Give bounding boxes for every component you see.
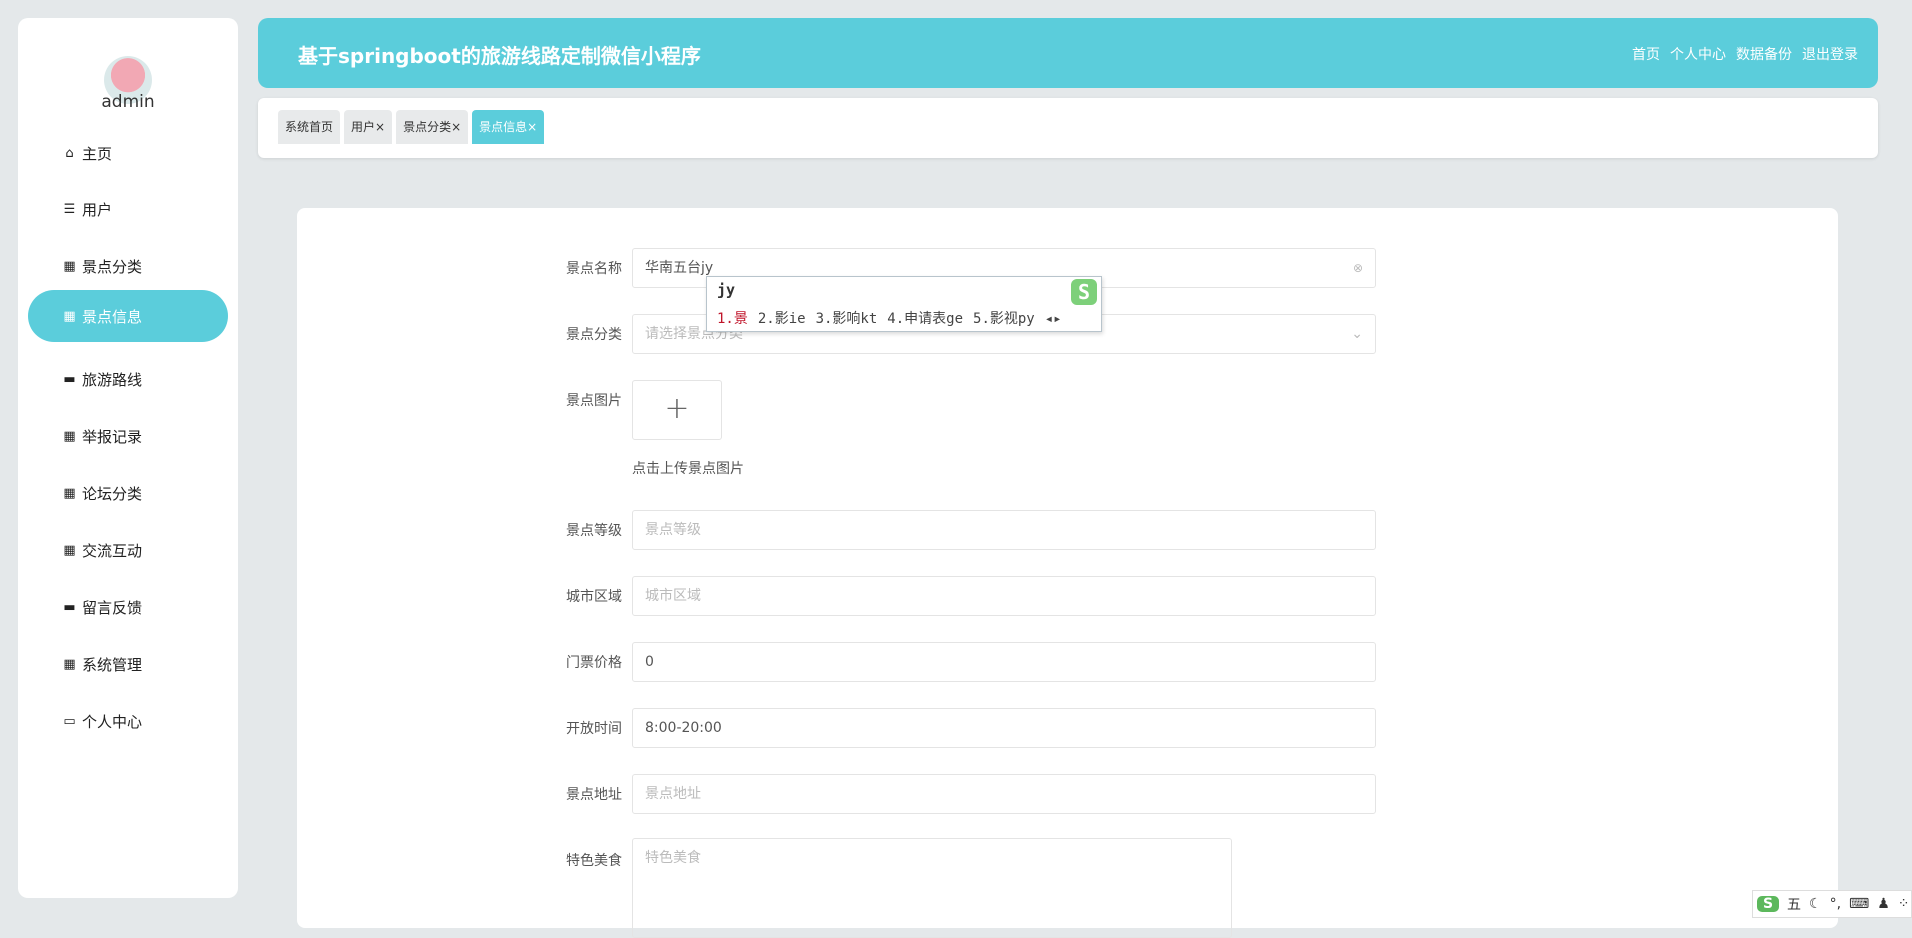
tab-bar: 系统首页 用户× 景点分类× 景点信息× (258, 98, 1878, 158)
sidebar-item-label: 景点信息 (82, 307, 143, 326)
ime-mode-icon[interactable]: 五 (1787, 894, 1801, 914)
sidebar-item[interactable]: ▦ 景点信息 (28, 290, 228, 342)
sidebar-item[interactable]: ⌂ 主页 (28, 127, 228, 179)
level-input[interactable]: 景点等级 (632, 510, 1376, 550)
tab-spot-info[interactable]: 景点信息× (472, 110, 545, 144)
tab-home[interactable]: 系统首页 (278, 110, 341, 144)
username: admin (101, 92, 155, 112)
sidebar-item-label: 主页 (82, 144, 113, 163)
level-placeholder: 景点等级 (645, 522, 701, 538)
upload-button[interactable]: + (632, 380, 722, 440)
address-placeholder: 景点地址 (645, 786, 701, 802)
sidebar-item[interactable]: ▭ 个人中心 (28, 695, 228, 747)
tab-users[interactable]: 用户× (344, 110, 393, 144)
user-icon[interactable]: ♟ (1877, 896, 1890, 912)
ime-candidate[interactable]: 3.影响kt (816, 311, 878, 327)
tab-spot-category[interactable]: 景点分类× (396, 110, 469, 144)
price-label: 门票价格 (566, 655, 622, 671)
upload-hint: 点击上传景点图片 (632, 461, 744, 477)
ime-candidate[interactable]: 2.影ie (758, 311, 806, 327)
app-title: 基于springboot的旅游线路定制微信小程序 (298, 44, 701, 68)
top-nav: 首页 个人中心 数据备份 退出登录 (1632, 44, 1858, 64)
grid-icon: ▦ (63, 542, 76, 558)
city-placeholder: 城市区域 (645, 588, 701, 604)
grid-icon: ▦ (63, 258, 76, 274)
ime-toolbar: S 五 ☾ °, ⌨ ♟ ⁘ (1752, 890, 1912, 918)
ime-candidate-popup: jy S 1.景 2.影ie 3.影响kt 4.申请表ge 5.影视py ◂▸ (706, 276, 1102, 332)
grid-icon: ▦ (63, 656, 76, 672)
sidebar-item-label: 交流互动 (82, 541, 143, 560)
card-icon: ▭ (63, 713, 76, 729)
sidebar-item[interactable]: ▦ 举报记录 (28, 410, 228, 462)
sidebar-item-label: 个人中心 (82, 712, 143, 731)
nav-logout[interactable]: 退出登录 (1802, 44, 1858, 64)
sidebar-item[interactable]: ▬ 旅游路线 (28, 353, 228, 405)
city-label: 城市区域 (566, 589, 622, 605)
keyboard-icon[interactable]: ⌨ (1849, 896, 1869, 912)
ime-candidate[interactable]: 5.影视py (973, 311, 1035, 327)
chevron-down-icon: ⌄ (1351, 326, 1363, 342)
sidebar-item[interactable]: ▦ 论坛分类 (28, 467, 228, 519)
plus-icon: + (664, 391, 690, 426)
image-label: 景点图片 (566, 393, 622, 409)
address-label: 景点地址 (566, 787, 622, 803)
sidebar-item[interactable]: ▦ 景点分类 (28, 240, 228, 292)
price-value: 0 (645, 654, 654, 670)
nav-profile[interactable]: 个人中心 (1670, 44, 1726, 64)
punctuation-icon[interactable]: °, (1830, 896, 1841, 912)
price-input[interactable]: 0 (632, 642, 1376, 682)
food-label: 特色美食 (566, 853, 622, 869)
sidebar-item-label: 用户 (82, 200, 113, 219)
sidebar-item[interactable]: ▦ 系统管理 (28, 638, 228, 690)
food-placeholder: 特色美食 (645, 850, 701, 866)
ime-candidate[interactable]: 1.景 (717, 311, 748, 327)
clear-icon[interactable]: ⊗ (1353, 249, 1363, 287)
city-input[interactable]: 城市区域 (632, 576, 1376, 616)
moon-icon[interactable]: ☾ (1809, 896, 1822, 912)
food-textarea[interactable]: 特色美食 (632, 838, 1232, 938)
nav-home[interactable]: 首页 (1632, 44, 1660, 64)
apps-icon[interactable]: ⁘ (1898, 896, 1910, 912)
home-icon: ⌂ (65, 145, 74, 161)
grid-icon: ▦ (63, 428, 76, 444)
sidebar-item-label: 系统管理 (82, 655, 143, 674)
ime-candidates: 1.景 2.影ie 3.影响kt 4.申请表ge 5.影视py ◂▸ (717, 308, 1072, 328)
apps-icon: ▦ (63, 485, 76, 501)
nav-backup[interactable]: 数据备份 (1736, 44, 1792, 64)
level-label: 景点等级 (566, 523, 622, 539)
sidebar-item[interactable]: ▬ 留言反馈 (28, 581, 228, 633)
sogou-logo-icon: S (1071, 279, 1097, 305)
name-value: 华南五台jy (645, 260, 714, 276)
sidebar-item-label: 景点分类 (82, 257, 143, 276)
list-icon: ☰ (63, 201, 76, 217)
sidebar-item-label: 留言反馈 (82, 598, 143, 617)
briefcase-icon: ▬ (63, 599, 76, 615)
sidebar-item-label: 举报记录 (82, 427, 143, 446)
sidebar: admin ⌂ 主页 ☰ 用户 ▦ 景点分类 ▦ 景点信息 ▬ 旅游路线 ▦ 举报记录 ▦ 论坛分类 ▦ 交流… (18, 18, 238, 898)
category-label: 景点分类 (566, 327, 622, 343)
hours-value: 8:00-20:00 (645, 720, 722, 736)
ime-next-page-icon[interactable]: ◂▸ (1045, 311, 1062, 327)
sidebar-item-label: 旅游路线 (82, 370, 143, 389)
name-label: 景点名称 (566, 261, 622, 277)
sogou-icon[interactable]: S (1757, 896, 1779, 912)
ime-candidate[interactable]: 4.申请表ge (887, 311, 963, 327)
ime-composition: jy (717, 281, 736, 299)
bus-icon: ▬ (63, 371, 76, 387)
address-input[interactable]: 景点地址 (632, 774, 1376, 814)
hours-label: 开放时间 (566, 721, 622, 737)
sidebar-item-label: 论坛分类 (82, 484, 143, 503)
grid-icon: ▦ (63, 308, 76, 324)
header: 基于springboot的旅游线路定制微信小程序 首页 个人中心 数据备份 退出… (258, 18, 1878, 88)
hours-input[interactable]: 8:00-20:00 (632, 708, 1376, 748)
sidebar-item[interactable]: ☰ 用户 (28, 183, 228, 235)
sidebar-item[interactable]: ▦ 交流互动 (28, 524, 228, 576)
